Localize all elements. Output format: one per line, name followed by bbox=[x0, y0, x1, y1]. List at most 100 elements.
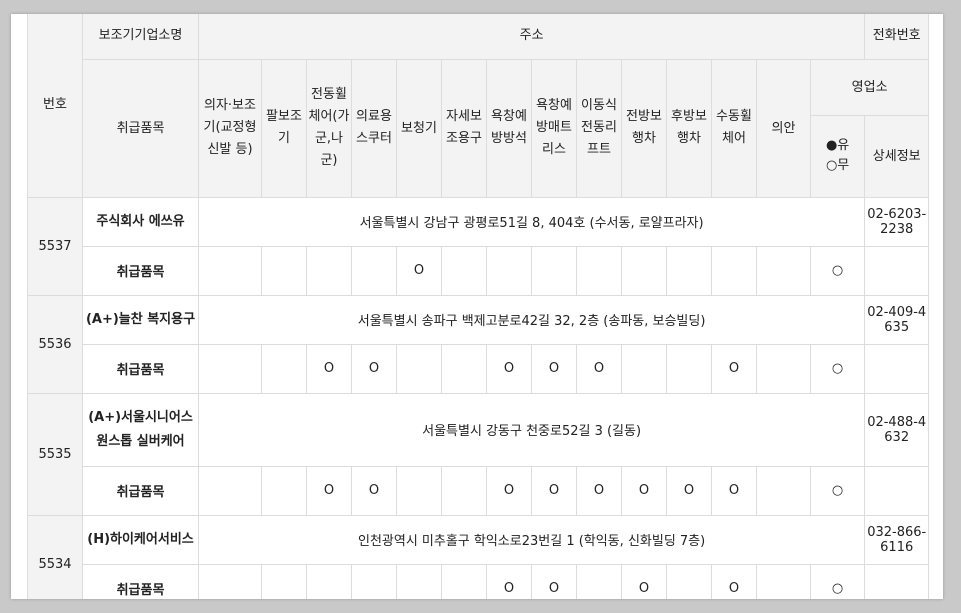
details-link[interactable] bbox=[864, 465, 930, 516]
items-handled-label: 취급품목 bbox=[82, 563, 199, 599]
items-handled-label: 취급품목 bbox=[82, 465, 199, 516]
header-category: 수동휠체어 bbox=[711, 58, 757, 198]
company-name[interactable]: 주식회사 에쓰유 bbox=[82, 196, 199, 247]
item-mark: O bbox=[711, 465, 757, 516]
header-number: 번호 bbox=[27, 14, 83, 198]
radio-no-label: ○무 bbox=[825, 158, 850, 173]
table-row-items: 취급품목 O O O O O O ○ bbox=[28, 343, 930, 394]
header-category: 후방보행차 bbox=[666, 58, 712, 198]
item-mark bbox=[441, 465, 487, 516]
header-category: 욕창예방방석 bbox=[486, 58, 532, 198]
page-sheet: 번호 보조기기업소명 주소 전화번호 취급품목 의자·보조기(교정형 신발 등)… bbox=[11, 14, 943, 599]
company-name[interactable]: (A+)늘찬 복지용구 bbox=[82, 294, 199, 345]
item-mark: O bbox=[621, 563, 667, 599]
items-handled-label: 취급품목 bbox=[82, 343, 199, 394]
company-phone: 02-488-4632 bbox=[864, 392, 930, 467]
item-mark bbox=[198, 465, 262, 516]
table-wrapper: 번호 보조기기업소명 주소 전화번호 취급품목 의자·보조기(교정형 신발 등)… bbox=[27, 14, 930, 599]
table-row: 5537 주식회사 에쓰유 서울특별시 강남구 광평로51길 8, 404호 (수서… bbox=[27, 196, 930, 296]
header-office-radio: ●유 ○무 bbox=[809, 114, 866, 198]
details-link[interactable] bbox=[864, 343, 930, 394]
item-mark bbox=[486, 245, 532, 296]
table-row: 5534 (H)하이케어서비스 인천광역시 미추홀구 학익소로23번길 1 (학익동… bbox=[27, 514, 930, 599]
item-mark: O bbox=[486, 465, 532, 516]
item-mark bbox=[756, 563, 811, 599]
item-mark bbox=[351, 245, 397, 296]
office-status: ○ bbox=[809, 465, 866, 516]
item-mark bbox=[576, 563, 622, 599]
item-mark bbox=[261, 343, 307, 394]
item-mark bbox=[756, 245, 811, 296]
item-mark: O bbox=[486, 563, 532, 599]
item-mark bbox=[576, 245, 622, 296]
item-mark bbox=[441, 563, 487, 599]
company-address: 인천광역시 미추홀구 학익소로23번길 1 (학익동, 신화빌딩 7층) bbox=[197, 514, 866, 565]
row-number: 5535 bbox=[27, 392, 83, 516]
row-number: 5537 bbox=[27, 196, 83, 296]
items-handled-label: 취급품목 bbox=[82, 245, 199, 296]
company-phone: 02-409-4635 bbox=[864, 294, 930, 345]
radio-yes-label: ●유 bbox=[825, 138, 850, 153]
table-row-items: 취급품목 O O O O O O O O ○ bbox=[28, 465, 930, 516]
item-mark bbox=[396, 343, 442, 394]
item-mark bbox=[261, 563, 307, 599]
item-mark bbox=[351, 563, 397, 599]
item-mark: O bbox=[396, 245, 442, 296]
item-mark: O bbox=[711, 343, 757, 394]
table-row-items: 취급품목 O ○ bbox=[28, 245, 930, 296]
header-category: 의료용스쿠터 bbox=[351, 58, 397, 198]
row-number: 5534 bbox=[27, 514, 83, 599]
header-category: 전동휠체어(가군,나군) bbox=[306, 58, 352, 198]
company-address: 서울특별시 송파구 백제고분로42길 32, 2층 (송파동, 보승빌딩) bbox=[197, 294, 866, 345]
company-address: 서울특별시 강동구 천중로52길 3 (길동) bbox=[197, 392, 866, 467]
company-address: 서울특별시 강남구 광평로51길 8, 404호 (수서동, 로얄프라자) bbox=[197, 196, 866, 247]
item-mark: O bbox=[351, 465, 397, 516]
item-mark bbox=[441, 343, 487, 394]
header-business-office: 영업소 bbox=[809, 58, 930, 116]
header-category: 의자·보조기(교정형 신발 등) bbox=[198, 58, 262, 198]
table-body: 5537 주식회사 에쓰유 서울특별시 강남구 광평로51길 8, 404호 (수서… bbox=[27, 196, 930, 599]
item-mark bbox=[621, 245, 667, 296]
item-mark: O bbox=[576, 465, 622, 516]
item-mark bbox=[261, 245, 307, 296]
row-number: 5536 bbox=[27, 294, 83, 394]
item-mark bbox=[666, 563, 712, 599]
table-row: 5536 (A+)늘찬 복지용구 서울특별시 송파구 백제고분로42길 32, 2층… bbox=[27, 294, 930, 394]
header-company-name: 보조기기업소명 bbox=[82, 14, 199, 60]
header-items-handled: 취급품목 bbox=[82, 58, 199, 198]
item-mark: O bbox=[531, 343, 577, 394]
item-mark: O bbox=[306, 465, 352, 516]
item-mark: O bbox=[621, 465, 667, 516]
table-row-items: 취급품목 O O O O ○ bbox=[28, 563, 930, 599]
item-mark bbox=[261, 465, 307, 516]
item-mark bbox=[756, 343, 811, 394]
header-category: 욕창예방매트리스 bbox=[531, 58, 577, 198]
details-link[interactable] bbox=[864, 563, 930, 599]
item-mark bbox=[306, 245, 352, 296]
item-mark: O bbox=[531, 563, 577, 599]
item-mark: O bbox=[576, 343, 622, 394]
item-mark bbox=[306, 563, 352, 599]
item-mark: O bbox=[351, 343, 397, 394]
header-category: 의안 bbox=[756, 58, 811, 198]
item-mark: O bbox=[666, 465, 712, 516]
screenshot-frame: 번호 보조기기업소명 주소 전화번호 취급품목 의자·보조기(교정형 신발 등)… bbox=[0, 0, 961, 613]
header-category: 보청기 bbox=[396, 58, 442, 198]
item-mark bbox=[198, 343, 262, 394]
office-status: ○ bbox=[809, 563, 866, 599]
header-row-1: 번호 보조기기업소명 주소 전화번호 bbox=[27, 14, 930, 198]
header-address: 주소 bbox=[197, 14, 866, 60]
item-mark bbox=[666, 343, 712, 394]
item-mark: O bbox=[711, 563, 757, 599]
header-category: 전방보행차 bbox=[621, 58, 667, 198]
details-link[interactable] bbox=[864, 245, 930, 296]
item-mark: O bbox=[486, 343, 532, 394]
table-row: 5535 (A+)서울시니어스 원스톱 실버케어 서울특별시 강동구 천중로52길 … bbox=[27, 392, 930, 516]
office-status: ○ bbox=[809, 343, 866, 394]
item-mark: O bbox=[531, 465, 577, 516]
item-mark bbox=[756, 465, 811, 516]
company-name[interactable]: (H)하이케어서비스 bbox=[82, 514, 199, 565]
company-name[interactable]: (A+)서울시니어스 원스톱 실버케어 bbox=[82, 392, 199, 467]
office-status: ○ bbox=[809, 245, 866, 296]
header-category: 자세보조용구 bbox=[441, 58, 487, 198]
